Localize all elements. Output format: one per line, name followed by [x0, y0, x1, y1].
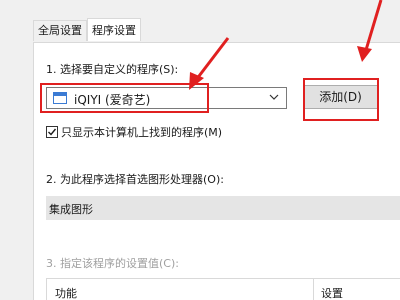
column-divider: [313, 279, 314, 300]
highlight-box-program: [40, 83, 209, 113]
highlight-box-add-button: [303, 78, 379, 121]
column-header-feature[interactable]: 功能: [55, 285, 77, 300]
select-program-label: 1. 选择要自定义的程序(S):: [46, 63, 179, 76]
nvidia-control-panel-program-settings: 全局设置 程序设置 1. 选择要自定义的程序(S): iQIYI (爱奇艺) 添…: [0, 0, 400, 300]
settings-table-header: 功能 设置: [46, 278, 400, 300]
checkmark-icon: [48, 128, 57, 136]
chevron-down-icon: [269, 94, 279, 100]
show-local-programs-label: 只显示本计算机上找到的程序(M): [61, 126, 223, 139]
show-local-programs-option[interactable]: 只显示本计算机上找到的程序(M): [46, 124, 222, 140]
program-settings-label: 3. 指定该程序的设置值(C):: [46, 257, 179, 270]
column-header-setting[interactable]: 设置: [321, 285, 343, 300]
tab-strip: 全局设置 程序设置: [33, 18, 141, 42]
tab-program-settings[interactable]: 程序设置: [87, 18, 141, 41]
tab-global-settings[interactable]: 全局设置: [33, 20, 87, 41]
preferred-gpu-value: 集成图形: [49, 203, 93, 216]
show-local-programs-checkbox[interactable]: [46, 126, 58, 138]
preferred-gpu-label: 2. 为此程序选择首选图形处理器(O):: [46, 173, 224, 186]
preferred-gpu-dropdown[interactable]: 集成图形: [46, 196, 400, 220]
